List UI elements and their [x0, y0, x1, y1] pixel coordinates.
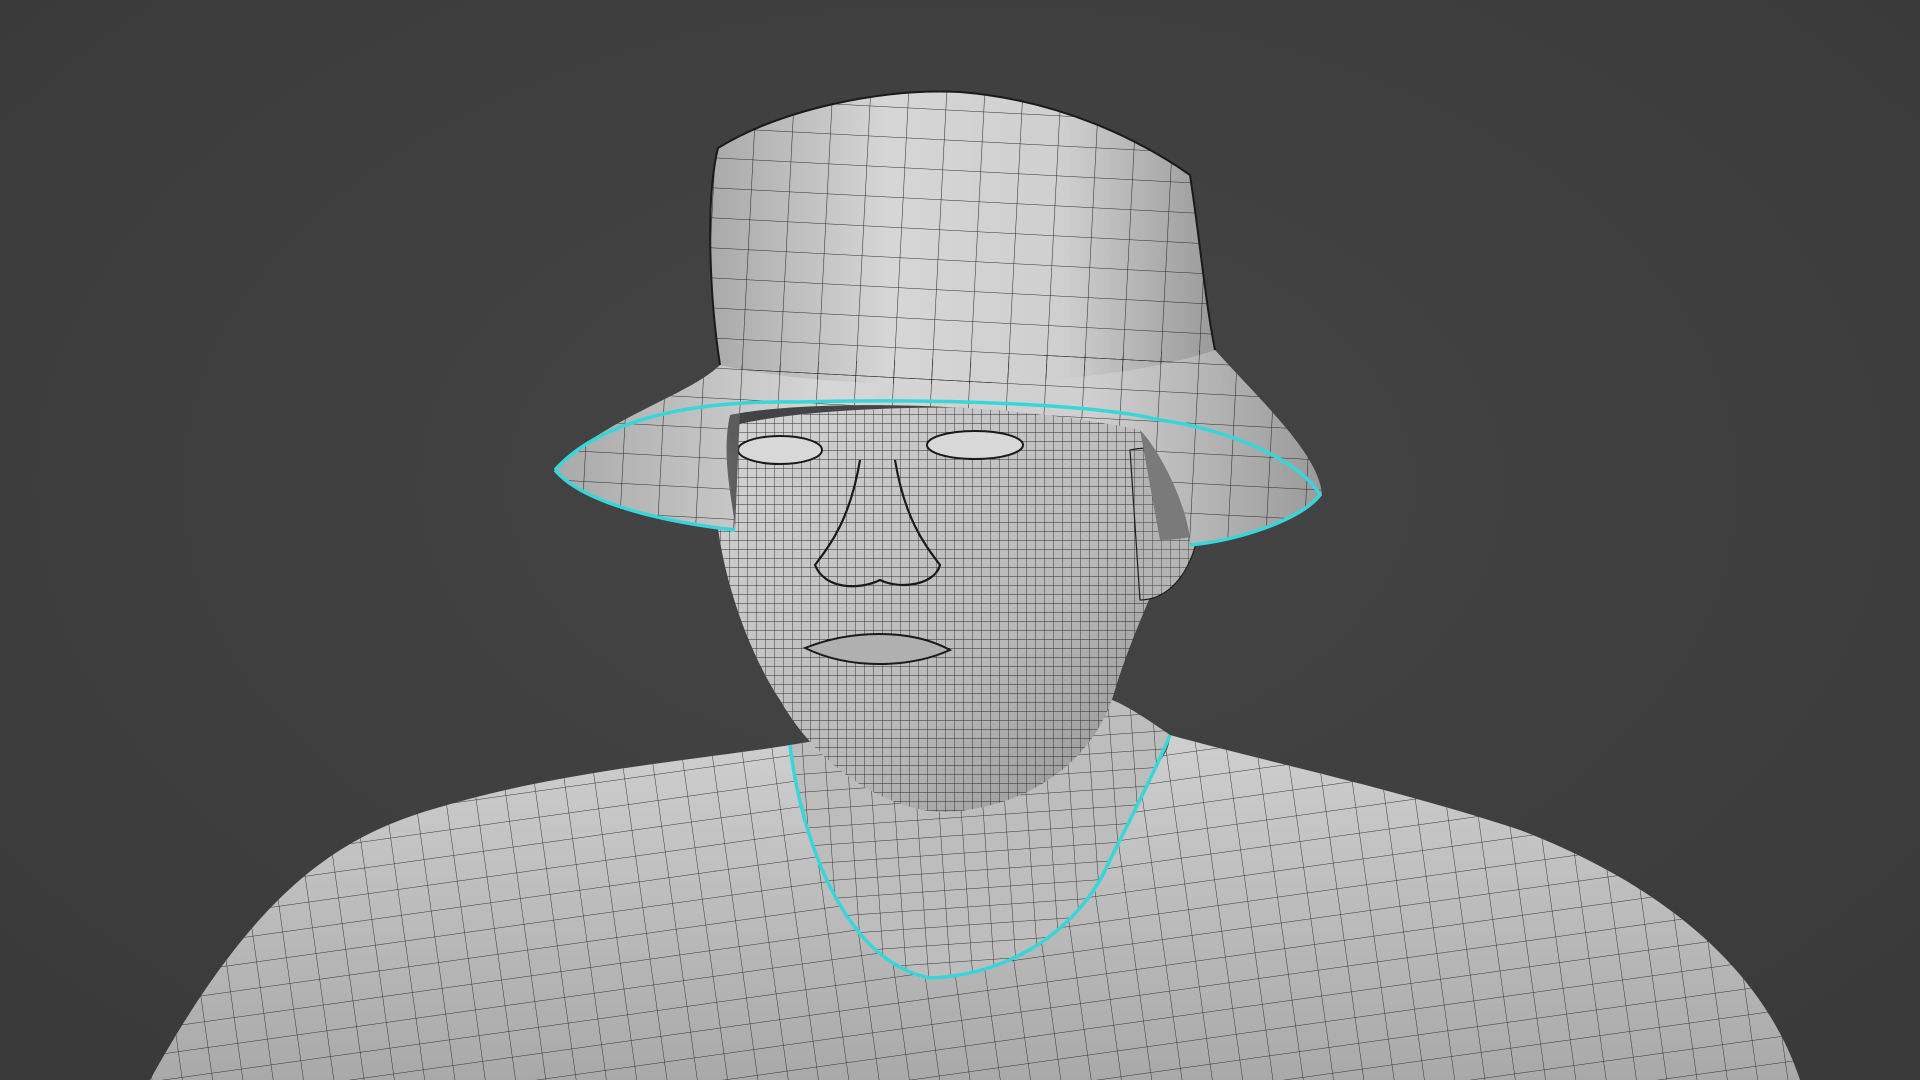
3d-viewport[interactable]	[0, 0, 1920, 1080]
viewport-scene[interactable]	[0, 0, 1920, 1080]
hat-crown-wireframe	[710, 91, 1215, 385]
right-eye	[926, 430, 1024, 460]
left-eye	[737, 435, 823, 465]
